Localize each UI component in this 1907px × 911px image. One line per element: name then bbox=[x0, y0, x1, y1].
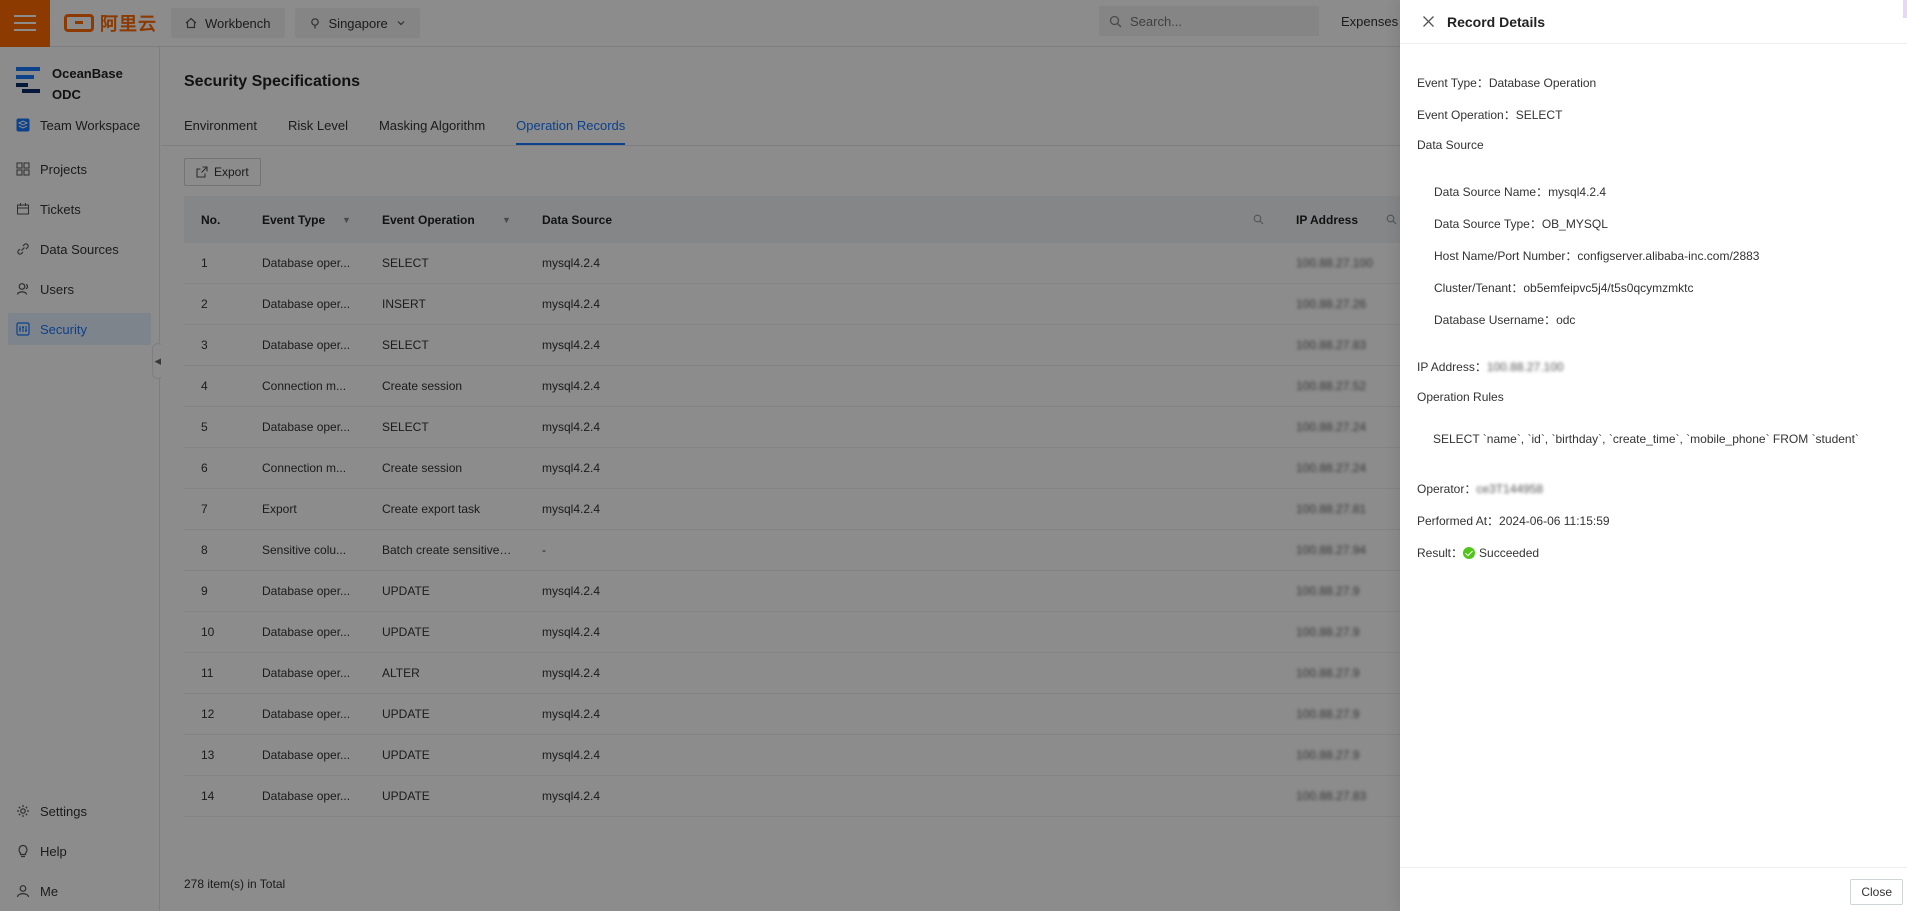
field-value: 100.88.27.100 bbox=[1486, 360, 1564, 374]
field-value: ce3T144958 bbox=[1476, 482, 1544, 496]
field-ip-address: IP Address：100.88.27.100 bbox=[1417, 358, 1564, 375]
field-performed-at: Performed At：2024-06-06 11:15:59 bbox=[1417, 512, 1610, 529]
drawer-footer: Close bbox=[1400, 867, 1907, 911]
field-db-username: Database Username：odc bbox=[1434, 311, 1575, 328]
field-label: Data Source Name： bbox=[1434, 185, 1549, 199]
drawer-mask[interactable] bbox=[0, 0, 1400, 911]
field-value: configserver.alibaba-inc.com/2883 bbox=[1577, 249, 1760, 263]
drawer-title: Record Details bbox=[1447, 13, 1546, 30]
field-label: Database Username： bbox=[1434, 313, 1557, 327]
field-result: Result： Succeeded bbox=[1417, 544, 1539, 561]
success-check-icon bbox=[1463, 547, 1476, 559]
section-data-source: Data Source bbox=[1417, 138, 1484, 152]
field-label: Data Source Type： bbox=[1434, 217, 1542, 231]
close-button[interactable]: Close bbox=[1850, 879, 1903, 905]
field-event-type: Event Type：Database Operation bbox=[1417, 74, 1596, 91]
section-operation-rules: Operation Rules bbox=[1417, 390, 1504, 404]
field-value: ob5emfeipvc5j4/t5s0qcymzmktc bbox=[1523, 281, 1694, 295]
field-event-operation: Event Operation：SELECT bbox=[1417, 106, 1562, 123]
field-value: 2024-06-06 11:15:59 bbox=[1499, 514, 1610, 528]
operation-sql: SELECT `name`, `id`, `birthday`, `create… bbox=[1433, 432, 1859, 446]
field-value: odc bbox=[1556, 313, 1576, 327]
field-cluster-tenant: Cluster/Tenant：ob5emfeipvc5j4/t5s0qcymzm… bbox=[1434, 279, 1693, 296]
field-label: IP Address： bbox=[1417, 360, 1487, 374]
edge-tab bbox=[1903, 0, 1907, 18]
field-ds-type: Data Source Type：OB_MYSQL bbox=[1434, 215, 1608, 232]
field-value: Database Operation bbox=[1488, 76, 1597, 90]
field-value: Succeeded bbox=[1479, 546, 1540, 560]
field-label: Cluster/Tenant： bbox=[1434, 281, 1524, 295]
field-host: Host Name/Port Number：configserver.aliba… bbox=[1434, 247, 1759, 264]
field-label: Result： bbox=[1417, 546, 1464, 560]
close-icon[interactable] bbox=[1422, 15, 1435, 28]
field-label: Event Type： bbox=[1417, 76, 1489, 90]
field-value: SELECT bbox=[1515, 108, 1563, 122]
field-value: mysql4.2.4 bbox=[1548, 185, 1607, 199]
field-label: Event Operation： bbox=[1417, 108, 1516, 122]
field-ds-name: Data Source Name：mysql4.2.4 bbox=[1434, 183, 1606, 200]
drawer-header: Record Details bbox=[1400, 0, 1907, 44]
field-label: Host Name/Port Number： bbox=[1434, 249, 1578, 263]
field-label: Performed At： bbox=[1417, 514, 1500, 528]
field-label: Operator： bbox=[1417, 482, 1477, 496]
field-value: OB_MYSQL bbox=[1541, 217, 1608, 231]
record-details-drawer: Record Details Event Type：Database Opera… bbox=[1400, 0, 1907, 911]
field-operator: Operator：ce3T144958 bbox=[1417, 480, 1543, 497]
